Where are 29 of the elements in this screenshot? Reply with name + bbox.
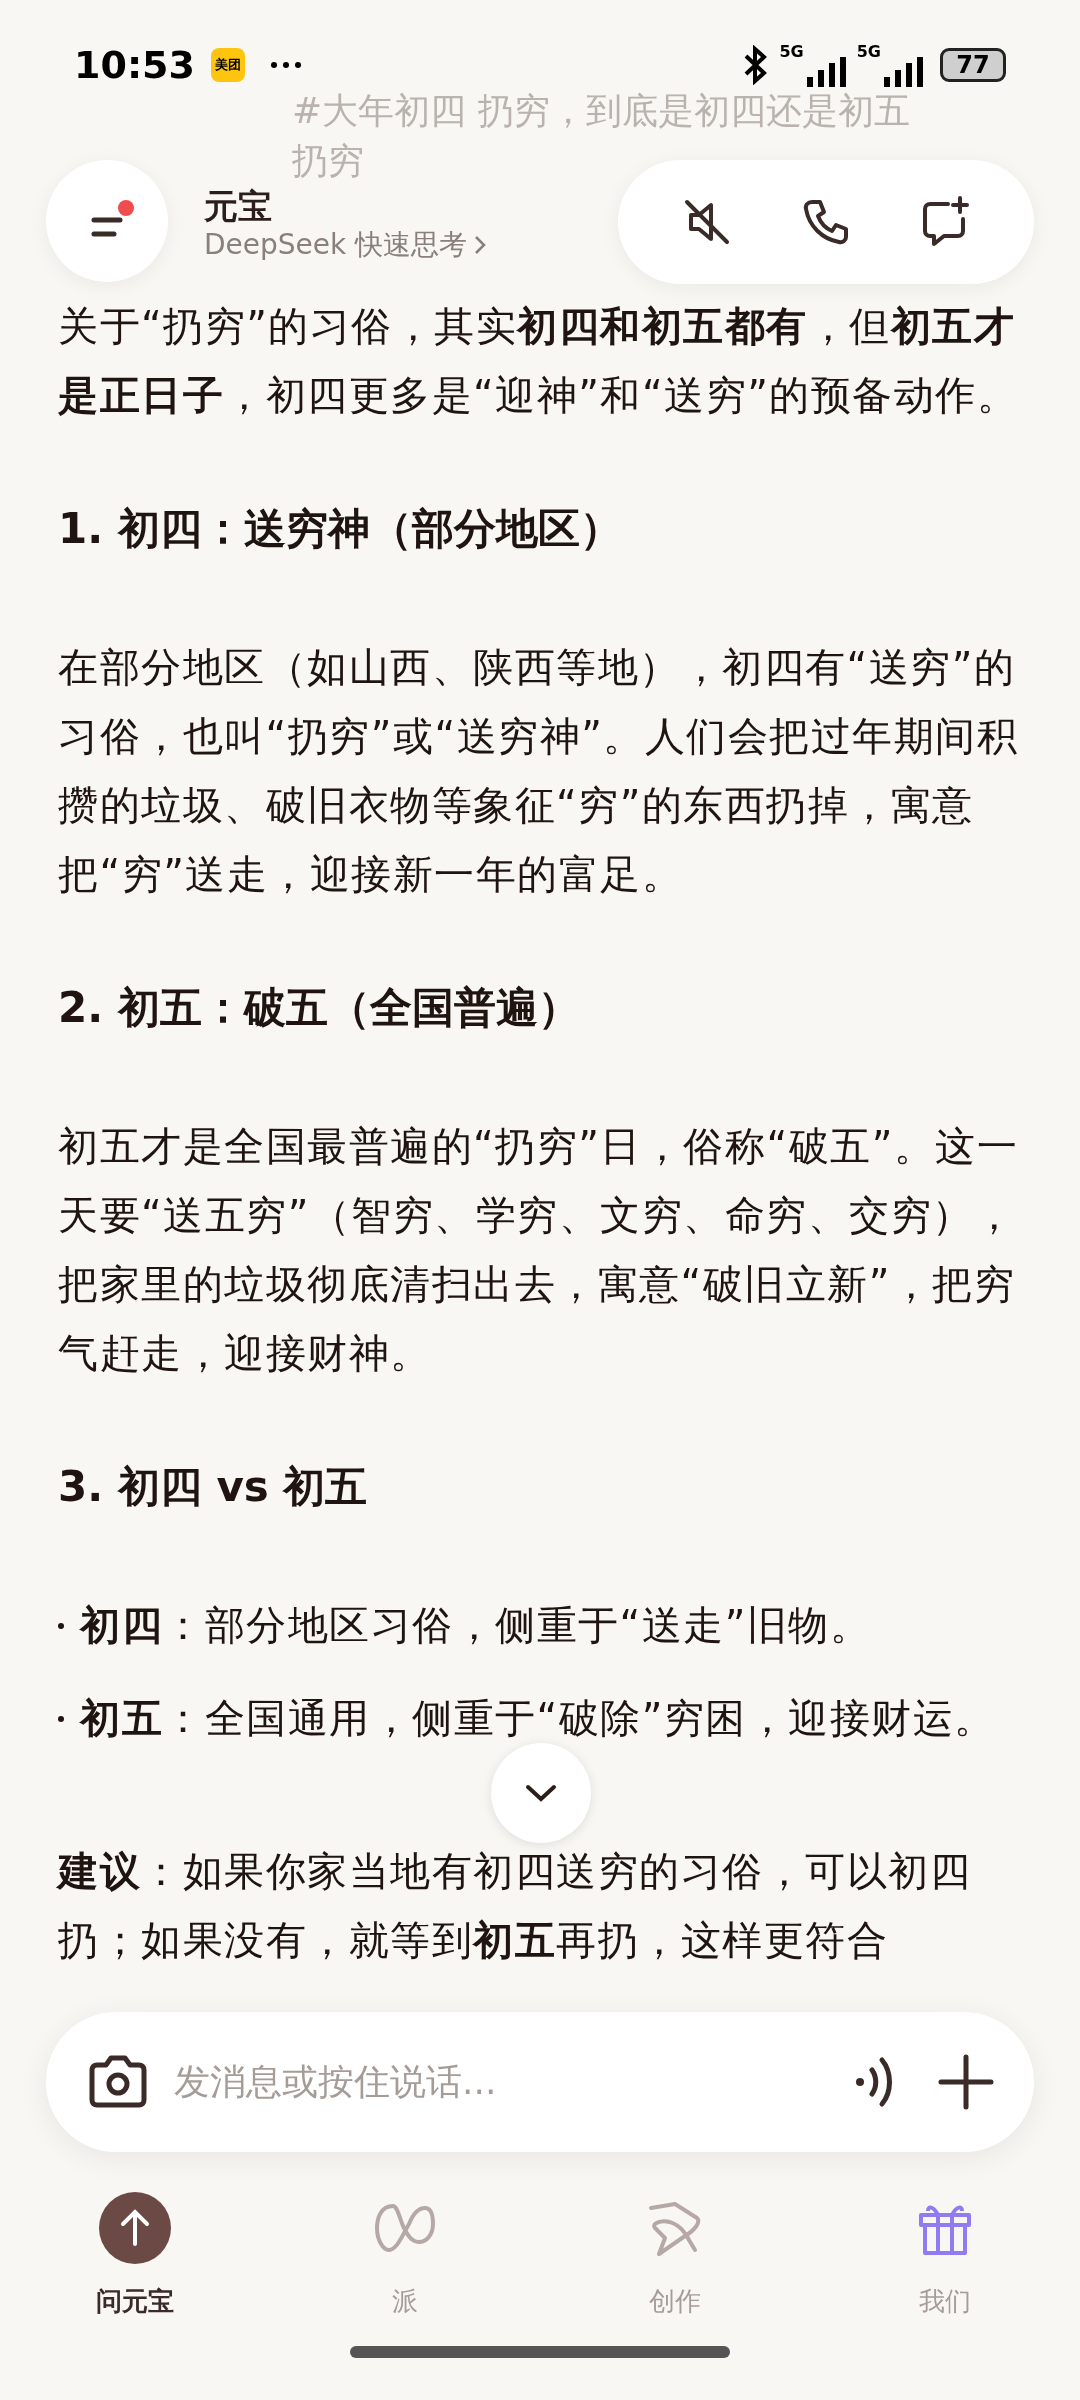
message-input[interactable]: 发消息或按住说话... [174, 2055, 850, 2109]
section-heading: 3. 初四 vs 初五 [58, 1461, 369, 1513]
paragraph: 在部分地区（如山西、陕西等地），初四有“送穷”的习俗，也叫“扔穷”或“送穷神”。人们会把过年期间积攒的垃圾、破旧衣物等象征“穷”的东西扔掉，寓意把“穷”送走，迎接新一年的富足。 [58, 643, 1020, 899]
nav-tab[interactable]: 派 [270, 2190, 540, 2321]
nav-tab[interactable]: 我们 [810, 2190, 1080, 2321]
more-icon [270, 62, 301, 68]
signal-icon [806, 57, 847, 87]
network-label: 5G [779, 43, 804, 61]
paragraph: 建议：如果你家当地有初四送穷的习俗，可以初四扔；如果没有，就等到初五再扔，这样更符合 [58, 1847, 972, 1965]
app-notification-icon: 美团 [210, 48, 245, 82]
network-label: 5G [856, 43, 881, 61]
bullet-text: 初四：部分地区习俗，侧重于“送走”旧物。 [80, 1601, 872, 1650]
signal-icon [884, 57, 924, 87]
nav-tab[interactable]: 问元宝 [0, 2190, 270, 2321]
bullet-text: 初五：全国通用，侧重于“破除”穷困，迎接财运。 [80, 1694, 996, 1743]
section-heading: 1. 初四：送穷神（部分地区） [58, 503, 623, 555]
faded-title: #大年初四 扔穷，到底是初四还是初五扔穷 [292, 89, 911, 183]
battery-indicator: 77 [940, 48, 1006, 82]
paragraph: 关于“扔穷”的习俗，其实初四和初五都有，但初五才是正日子，初四更多是“迎神”和“送穷”的预备动作。 [58, 302, 1020, 420]
model-selector[interactable]: DeepSeek 快速思考 [204, 226, 488, 264]
chat-title: 元宝 [204, 186, 272, 226]
status-time: 10:53 [74, 41, 195, 89]
nav-tab[interactable]: 创作 [540, 2190, 810, 2321]
plus-icon [938, 2054, 994, 2110]
message-field[interactable]: 发消息或按住说话... [46, 2012, 1034, 2152]
section-heading: 2. 初五：破五（全国普遍） [58, 982, 581, 1034]
chevron-down-icon [524, 1783, 558, 1803]
menu-icon [91, 217, 123, 237]
paragraph: 初五才是全国最普遍的“扔穷”日，俗称“破五”。这一天要“送五穷”（智穷、学穷、文穷、命穷、交穷），把家里的垃圾彻底清扫出去，寓意“破旧立新”，把穷气赶走，迎接财神。 [58, 1122, 1020, 1378]
